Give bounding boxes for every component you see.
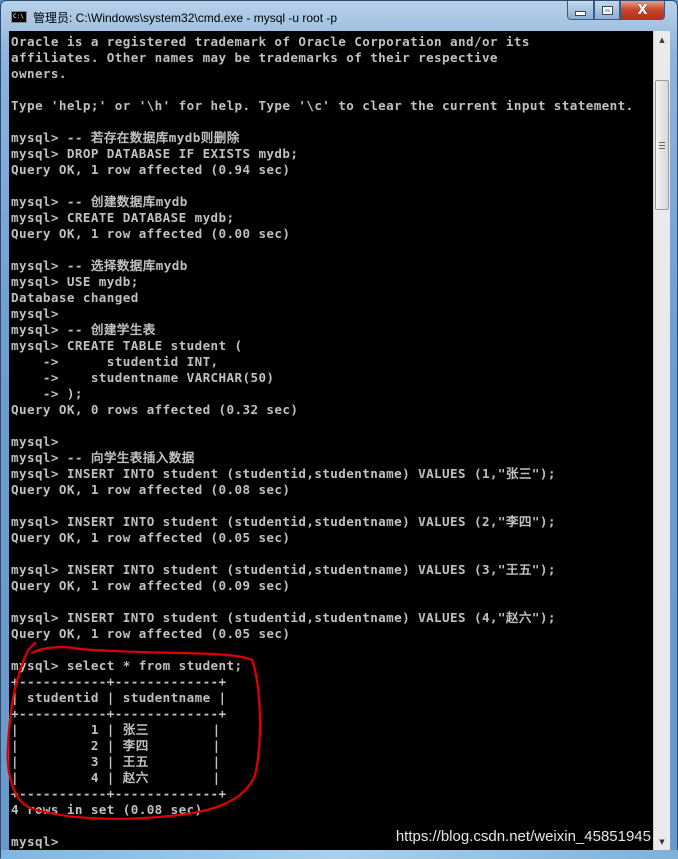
console-line: | 3 | 王五 |	[11, 754, 221, 769]
watermark-text: https://blog.csdn.net/weixin_45851945	[395, 828, 651, 845]
console-line: owners.	[11, 66, 67, 81]
vertical-scrollbar[interactable]: ▲ ▼	[653, 31, 670, 850]
grip-icon	[659, 141, 665, 149]
cmd-window: C:\ 管理员: C:\Windows\system32\cmd.exe - m…	[0, 0, 678, 859]
console-line: Query OK, 1 row affected (0.08 sec)	[11, 482, 291, 497]
console-line: mysql> CREATE DATABASE mydb;	[11, 210, 235, 225]
console-line: mysql>	[11, 434, 59, 449]
console-line: mysql> INSERT INTO student (studentid,st…	[11, 466, 556, 481]
console-line: Query OK, 1 row affected (0.05 sec)	[11, 626, 291, 641]
console-line: Query OK, 0 rows affected (0.32 sec)	[11, 402, 299, 417]
arrow-down-icon: ▼	[659, 837, 665, 846]
console-line: Query OK, 1 row affected (0.00 sec)	[11, 226, 291, 241]
console-line: mysql> -- 创建学生表	[11, 322, 156, 337]
close-icon: X	[637, 2, 648, 18]
scroll-up-button[interactable]: ▲	[654, 31, 670, 48]
console-line: -> studentname VARCHAR(50)	[11, 370, 275, 385]
minimize-button[interactable]	[567, 1, 594, 20]
console-line: Database changed	[11, 290, 139, 305]
maximize-icon	[601, 5, 613, 15]
console-line: Query OK, 1 row affected (0.09 sec)	[11, 578, 291, 593]
console-lines: Oracle is a registered trademark of Orac…	[11, 34, 634, 850]
console-line: Type 'help;' or '\h' for help. Type '\c'…	[11, 98, 634, 113]
console-line: +-----------+-------------+	[11, 674, 227, 689]
console-output[interactable]: Oracle is a registered trademark of Orac…	[9, 31, 653, 850]
console-line: mysql> INSERT INTO student (studentid,st…	[11, 562, 556, 577]
console-line: mysql> select * from student;	[11, 658, 243, 673]
console-line: mysql> -- 向学生表插入数据	[11, 450, 195, 465]
console-line: Query OK, 1 row affected (0.05 sec)	[11, 530, 291, 545]
minimize-icon	[575, 10, 586, 16]
console-line: +-----------+-------------+	[11, 786, 227, 801]
console-line: Query OK, 1 row affected (0.94 sec)	[11, 162, 291, 177]
console-line: mysql> INSERT INTO student (studentid,st…	[11, 610, 556, 625]
console-line: mysql> DROP DATABASE IF EXISTS mydb;	[11, 146, 299, 161]
console-line: mysql> -- 选择数据库mydb	[11, 258, 188, 273]
scroll-thumb[interactable]	[655, 80, 669, 210]
console-line: -> studentid INT,	[11, 354, 219, 369]
cmd-icon[interactable]: C:\	[11, 11, 27, 23]
console-line: mysql> USE mydb;	[11, 274, 139, 289]
console-line: -> );	[11, 386, 83, 401]
console-line: mysql>	[11, 306, 59, 321]
console-line: mysql> CREATE TABLE student (	[11, 338, 243, 353]
console-line: Oracle is a registered trademark of Orac…	[11, 34, 530, 49]
console-line: | studentid | studentname |	[11, 690, 227, 705]
console-line: | 1 | 张三 |	[11, 722, 221, 737]
console-line: | 2 | 李四 |	[11, 738, 221, 753]
console-line: mysql> INSERT INTO student (studentid,st…	[11, 514, 556, 529]
maximize-button[interactable]	[594, 1, 620, 20]
arrow-up-icon: ▲	[659, 35, 665, 44]
console-line: mysql> -- 创建数据库mydb	[11, 194, 188, 209]
close-button[interactable]: X	[620, 1, 665, 20]
console-line: +-----------+-------------+	[11, 706, 227, 721]
scroll-down-button[interactable]: ▼	[654, 833, 670, 850]
title-bar[interactable]: C:\ 管理员: C:\Windows\system32\cmd.exe - m…	[1, 1, 678, 31]
console-line: 4 rows in set (0.08 sec)	[11, 802, 203, 817]
console-line: affiliates. Other names may be trademark…	[11, 50, 498, 65]
console-line: mysql> -- 若存在数据库mydb则删除	[11, 130, 240, 145]
window-title: 管理员: C:\Windows\system32\cmd.exe - mysql…	[33, 11, 338, 25]
console-line: | 4 | 赵六 |	[11, 770, 221, 785]
